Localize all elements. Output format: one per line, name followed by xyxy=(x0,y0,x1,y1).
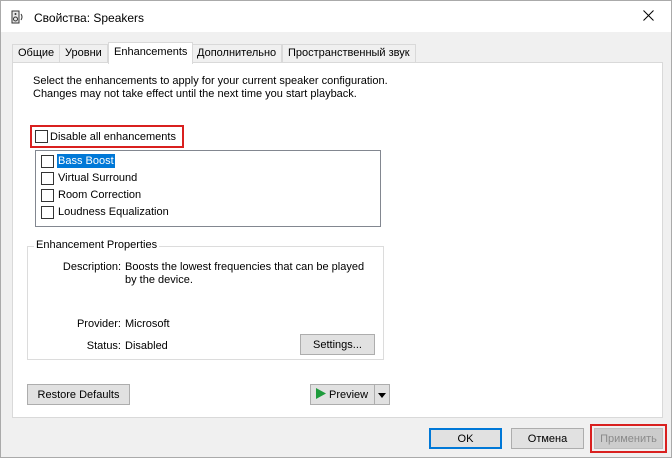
list-item-label: Room Correction xyxy=(58,189,142,201)
enhancements-list[interactable]: Bass Boost Virtual Surround Room Correct… xyxy=(35,150,381,227)
restore-defaults-button[interactable]: Restore Defaults xyxy=(27,384,130,405)
chevron-down-icon xyxy=(378,389,386,401)
apply-highlight-frame xyxy=(590,424,667,453)
preview-button[interactable]: Preview xyxy=(311,385,375,404)
provider-label: Provider: xyxy=(76,318,121,330)
enhancements-description: Select the enhancements to apply for you… xyxy=(33,75,388,100)
checkbox-box[interactable] xyxy=(35,130,48,143)
tab-spatial-sound[interactable]: Пространственный звук xyxy=(282,44,416,63)
close-icon xyxy=(642,10,654,24)
play-icon xyxy=(316,387,326,402)
title-bar: Свойства: Speakers xyxy=(1,1,671,33)
list-item-label: Bass Boost xyxy=(57,154,115,168)
group-title: Enhancement Properties xyxy=(34,239,160,251)
list-item-virtual-surround[interactable]: Virtual Surround xyxy=(41,170,138,186)
cancel-button[interactable]: Отмена xyxy=(511,428,584,449)
speaker-icon xyxy=(11,10,25,24)
status-label: Status: xyxy=(86,340,121,352)
disable-all-enhancements-checkbox[interactable]: Disable all enhancements xyxy=(30,125,184,148)
preview-label: Preview xyxy=(329,388,369,401)
checkbox-box[interactable] xyxy=(41,171,54,185)
provider-value: Microsoft xyxy=(125,318,170,330)
checkbox-box[interactable] xyxy=(41,188,54,202)
tab-enhancements[interactable]: Enhancements xyxy=(108,42,194,64)
preview-split-button[interactable]: Preview xyxy=(310,384,390,405)
description-value: Boosts the lowest frequencies that can b… xyxy=(125,261,365,286)
checkbox-box[interactable] xyxy=(41,205,54,219)
enhancement-properties-group: Enhancement Properties Description: Boos… xyxy=(27,239,384,360)
settings-button[interactable]: Settings... xyxy=(300,334,375,355)
list-item-loudness-equalization[interactable]: Loudness Equalization xyxy=(41,204,170,220)
description-label: Description: xyxy=(62,261,121,273)
enhancements-panel: Select the enhancements to apply for you… xyxy=(12,62,663,418)
tab-general[interactable]: Общие xyxy=(12,44,61,63)
window-title: Свойства: Speakers xyxy=(34,11,145,25)
tab-levels[interactable]: Уровни xyxy=(59,44,108,63)
disable-all-label: Disable all enhancements xyxy=(50,130,176,143)
tab-advanced[interactable]: Дополнительно xyxy=(191,44,283,63)
list-item-label: Virtual Surround xyxy=(58,172,138,184)
list-item-room-correction[interactable]: Room Correction xyxy=(41,187,142,203)
list-item-bass-boost[interactable]: Bass Boost xyxy=(41,153,115,169)
checkbox-box[interactable] xyxy=(41,154,54,168)
list-item-label: Loudness Equalization xyxy=(58,206,169,218)
preview-dropdown[interactable] xyxy=(375,385,389,404)
close-button[interactable] xyxy=(625,1,671,33)
speakers-properties-dialog: Свойства: Speakers Общие Уровни Enhancem… xyxy=(0,0,672,458)
ok-button[interactable]: OK xyxy=(429,428,502,449)
